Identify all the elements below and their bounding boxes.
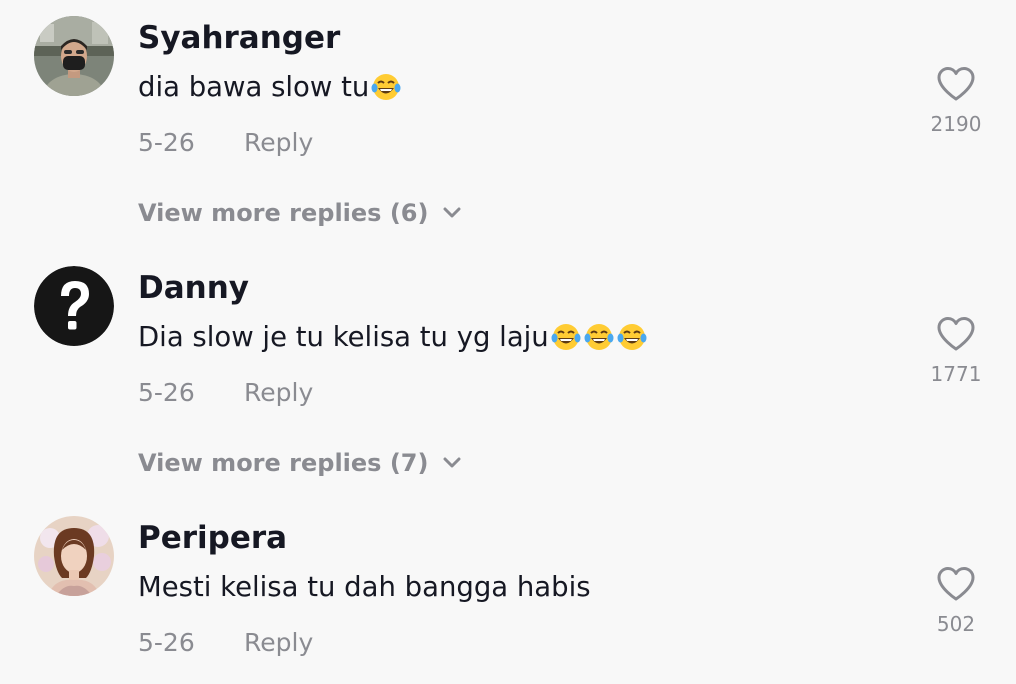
like-button[interactable]: 502 [916,566,996,636]
like-count: 1771 [930,362,982,386]
comment-date: 5-26 [138,127,195,157]
reply-button[interactable]: Reply [244,628,313,657]
comment-text-content: Dia slow je tu kelisa tu yg laju [138,321,549,353]
comment-item: Syahranger dia bawa slow tu 5-26 Reply V… [0,0,1016,250]
reply-button[interactable]: Reply [244,128,313,157]
view-more-replies-label: View more replies (6) [138,199,429,227]
heart-icon [937,567,975,601]
view-more-replies-button[interactable]: View more replies (6) [138,193,462,233]
heart-icon [937,67,975,101]
view-more-replies-button[interactable]: View more replies (7) [138,443,462,483]
avatar[interactable] [34,516,114,596]
avatar[interactable] [34,266,114,346]
comment-text: Dia slow je tu kelisa tu yg laju [138,316,648,358]
comment-meta: 5-26 Reply [138,122,313,162]
comment-meta: 5-26 Reply [138,372,313,412]
like-button[interactable]: 2190 [916,66,996,136]
chevron-down-icon [443,457,461,468]
like-count: 502 [936,612,976,636]
avatar[interactable] [34,16,114,96]
username[interactable]: Peripera [138,516,287,560]
comment-date: 5-26 [138,377,195,407]
comment-list: Syahranger dia bawa slow tu 5-26 Reply V… [0,0,1016,684]
comment-text-content: Mesti kelisa tu dah bangga habis [138,571,591,603]
comment-item: Danny Dia slow je tu kelisa tu yg laju 5… [0,250,1016,500]
username[interactable]: Syahranger [138,16,340,60]
comment-text: dia bawa slow tu [138,66,402,108]
comment-meta: 5-26 Reply [138,622,313,662]
comment-date: 5-26 [138,627,195,657]
comment-item: Peripera Mesti kelisa tu dah bangga habi… [0,500,1016,684]
face-with-tears-of-joy-icon [584,324,614,350]
chevron-down-icon [443,207,461,218]
reply-button[interactable]: Reply [244,378,313,407]
face-with-tears-of-joy-icon [617,324,647,350]
face-with-tears-of-joy-icon [551,324,581,350]
username[interactable]: Danny [138,266,249,310]
comment-text-content: dia bawa slow tu [138,71,370,103]
comment-text: Mesti kelisa tu dah bangga habis [138,566,591,608]
view-more-replies-label: View more replies (7) [138,449,429,477]
like-button[interactable]: 1771 [916,316,996,386]
heart-icon [937,317,975,351]
face-with-tears-of-joy-icon [371,74,401,100]
like-count: 2190 [930,112,982,136]
